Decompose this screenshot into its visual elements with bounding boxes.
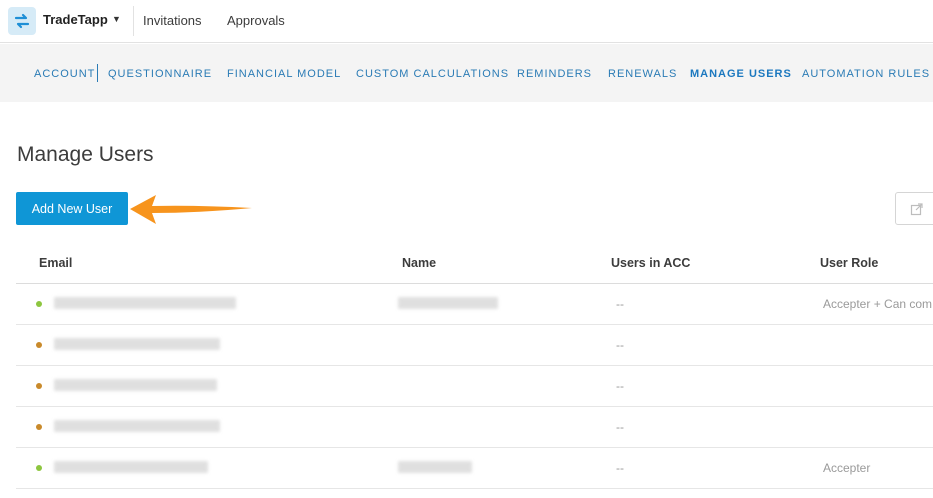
approvals-link[interactable]: Approvals: [227, 13, 285, 28]
table-header: Email Name Users in ACC User Role: [16, 243, 933, 284]
divider: [133, 6, 134, 36]
user-role-value: Accepter: [823, 461, 871, 475]
nav-custom-calculations[interactable]: CUSTOM CALCULATIONS: [356, 68, 509, 80]
nav-separator: [97, 64, 98, 82]
user-role-value: Accepter + Can com: [823, 297, 933, 311]
users-in-acc-value: --: [616, 338, 624, 352]
column-email[interactable]: Email: [39, 256, 72, 270]
status-dot-active: [36, 301, 42, 307]
column-user-role[interactable]: User Role: [820, 256, 878, 270]
table-row[interactable]: -- Accepter: [16, 448, 933, 489]
add-new-user-button[interactable]: Add New User: [16, 192, 128, 225]
tradetapp-logo-icon[interactable]: [8, 7, 36, 35]
table-row[interactable]: --: [16, 407, 933, 448]
nav-automation-rules[interactable]: AUTOMATION RULES: [802, 68, 930, 80]
email-redacted: [54, 297, 236, 309]
status-dot-pending: [36, 424, 42, 430]
users-table: Email Name Users in ACC User Role -- Acc…: [16, 243, 933, 489]
nav-manage-users[interactable]: MANAGE USERS: [690, 68, 792, 80]
email-redacted: [54, 461, 208, 473]
column-users-in-acc[interactable]: Users in ACC: [611, 256, 690, 270]
caret-down-icon[interactable]: ▼: [112, 14, 121, 24]
email-redacted: [54, 420, 220, 432]
users-in-acc-value: --: [616, 420, 624, 434]
nav-renewals[interactable]: RENEWALS: [608, 68, 677, 80]
status-dot-active: [36, 465, 42, 471]
table-row[interactable]: --: [16, 366, 933, 407]
nav-account[interactable]: ACCOUNT: [34, 68, 95, 80]
top-bar: TradeTapp ▼ Invitations Approvals: [0, 0, 933, 43]
settings-nav: ACCOUNT QUESTIONNAIRE FINANCIAL MODEL CU…: [0, 44, 933, 102]
nav-reminders[interactable]: REMINDERS: [517, 68, 592, 80]
page-title: Manage Users: [17, 143, 154, 166]
email-redacted: [54, 338, 220, 350]
name-redacted: [398, 461, 472, 473]
annotation-arrow-icon: [130, 195, 252, 224]
table-row[interactable]: -- Accepter + Can com: [16, 284, 933, 325]
name-redacted: [398, 297, 498, 309]
invitations-link[interactable]: Invitations: [143, 13, 202, 28]
app-switcher[interactable]: TradeTapp: [43, 12, 108, 27]
status-dot-pending: [36, 342, 42, 348]
users-in-acc-value: --: [616, 379, 624, 393]
users-in-acc-value: --: [616, 461, 624, 475]
status-dot-pending: [36, 383, 42, 389]
export-button[interactable]: [895, 192, 933, 225]
users-in-acc-value: --: [616, 297, 624, 311]
export-icon: [910, 202, 923, 215]
nav-questionnaire[interactable]: QUESTIONNAIRE: [108, 68, 212, 80]
table-row[interactable]: --: [16, 325, 933, 366]
nav-financial-model[interactable]: FINANCIAL MODEL: [227, 68, 341, 80]
email-redacted: [54, 379, 217, 391]
column-name[interactable]: Name: [402, 256, 436, 270]
